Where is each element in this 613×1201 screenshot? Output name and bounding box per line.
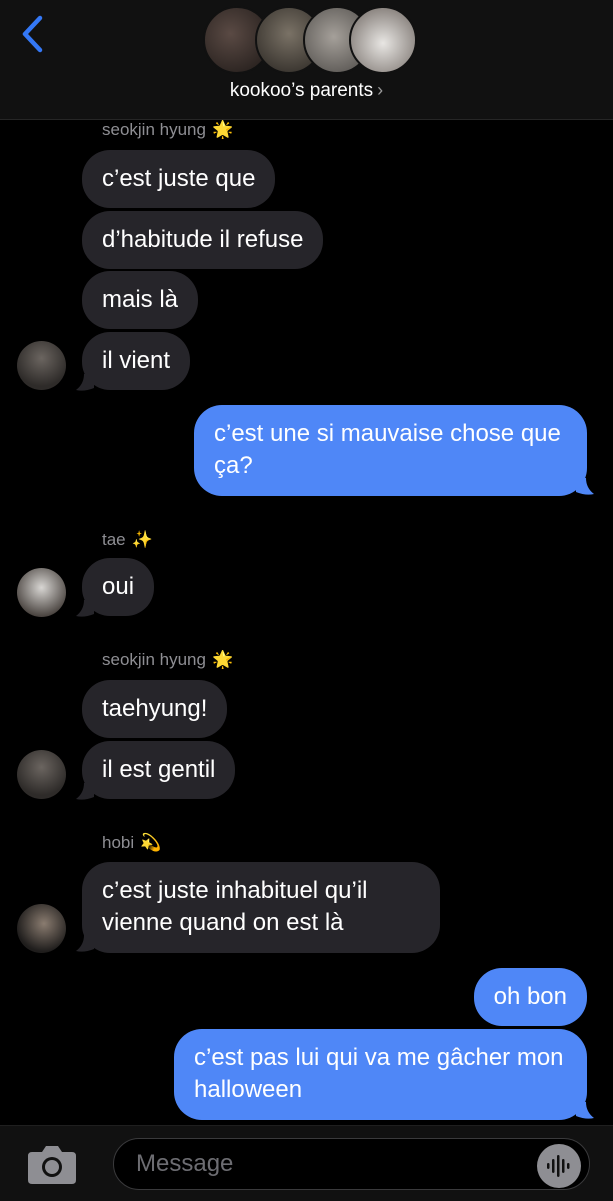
received-message[interactable]: d’habitude il refuse: [82, 211, 324, 269]
sender-name-text: hobi: [102, 833, 135, 852]
sender-name-text: tae: [102, 530, 126, 549]
received-message[interactable]: c’est juste que: [82, 150, 276, 208]
avatar[interactable]: [17, 341, 66, 390]
conversation-header: kookoo’s parents ›: [0, 0, 613, 120]
sender-name: tae ✨: [102, 528, 153, 552]
bubble-tail: [76, 783, 94, 800]
group-title-text: kookoo’s parents: [229, 80, 374, 101]
bubble-tail: [576, 1102, 594, 1119]
voice-memo-icon[interactable]: [537, 1144, 581, 1188]
sent-message[interactable]: oh bon: [473, 968, 587, 1026]
sender-name: seokjin hyung 🌟: [102, 118, 233, 142]
sender-name: hobi 💫: [102, 831, 161, 855]
received-message[interactable]: taehyung!: [82, 680, 228, 738]
sender-name-text: seokjin hyung: [102, 120, 206, 139]
dizzy-emoji-icon: 💫: [140, 833, 162, 852]
message-input[interactable]: Message: [113, 1138, 590, 1190]
received-message[interactable]: mais là: [82, 271, 199, 329]
sender-name: seokjin hyung 🌟: [102, 648, 233, 672]
back-chevron-icon[interactable]: [18, 14, 48, 54]
group-avatar-4: [349, 6, 417, 74]
sent-message[interactable]: c’est pas lui qui va me gâcher mon hallo…: [174, 1029, 587, 1120]
compose-bar: Message: [0, 1125, 613, 1201]
bubble-tail: [76, 935, 94, 952]
received-message[interactable]: c’est juste inhabituel qu’il vienne quan…: [82, 862, 440, 953]
chevron-right-icon: ›: [377, 80, 384, 100]
received-message[interactable]: il est gentil: [82, 741, 236, 799]
bubble-tail: [76, 374, 94, 391]
star-emoji-icon: 🌟: [211, 650, 234, 669]
waveform-icon: [547, 1155, 570, 1177]
avatar[interactable]: [17, 750, 66, 799]
group-avatars[interactable]: [203, 6, 417, 74]
group-title[interactable]: kookoo’s parents ›: [0, 80, 613, 102]
bubble-tail: [76, 600, 94, 617]
avatar[interactable]: [17, 568, 66, 617]
star-emoji-icon: 🌟: [211, 120, 234, 139]
camera-icon[interactable]: [26, 1142, 78, 1186]
sent-message[interactable]: c’est une si mauvaise chose que ça?: [194, 405, 587, 496]
received-message[interactable]: il vient: [82, 332, 191, 390]
sender-name-text: seokjin hyung: [102, 650, 206, 669]
sparkles-emoji-icon: ✨: [131, 530, 153, 549]
bubble-tail: [576, 478, 594, 495]
avatar[interactable]: [17, 904, 66, 953]
